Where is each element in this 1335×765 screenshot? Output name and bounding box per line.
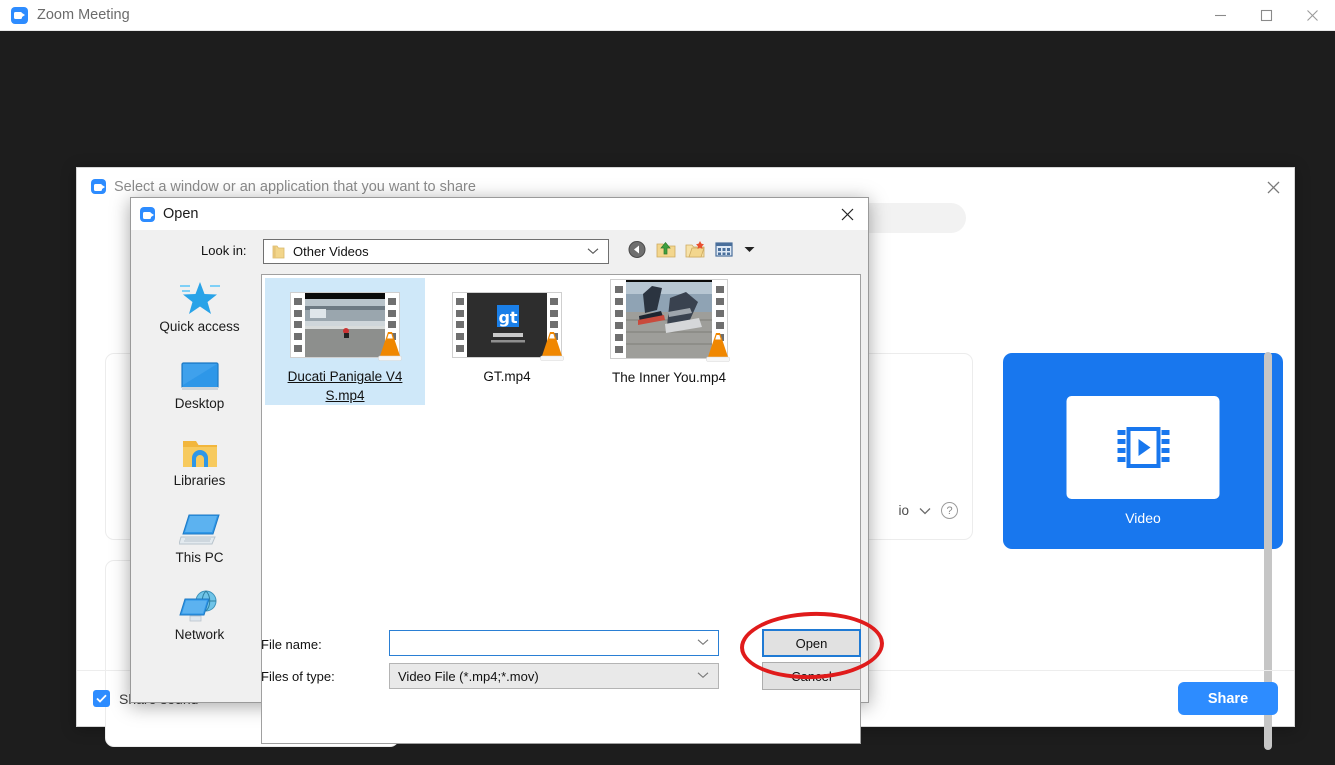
sidebar-item-label: Quick access (159, 319, 240, 334)
open-dialog-title: Open (163, 206, 199, 222)
chevron-down-icon[interactable] (587, 246, 599, 258)
audio-select-value: io (898, 503, 909, 518)
close-icon[interactable] (1262, 176, 1284, 198)
views-icon[interactable] (714, 240, 734, 259)
look-in-value: Other Videos (293, 244, 369, 259)
sidebar-item-label: Libraries (173, 473, 226, 488)
list-item[interactable]: The Inner You.mp4 (589, 265, 749, 387)
audio-select-row[interactable]: io ? (898, 502, 958, 519)
zoom-logo-icon (11, 6, 28, 24)
share-video-card[interactable]: Video (1003, 353, 1283, 549)
close-icon[interactable] (1289, 0, 1335, 31)
sneakers-walking-thumb (625, 280, 713, 358)
sidebar-item-libraries[interactable]: Libraries (137, 428, 262, 488)
new-folder-icon[interactable] (685, 240, 705, 259)
open-dialog-title-bar: Open (131, 198, 868, 231)
share-sound-checkbox[interactable] (93, 690, 110, 707)
vlc-cone-icon (378, 332, 402, 361)
sidebar-item-desktop[interactable]: Desktop (137, 351, 262, 411)
video-thumbnail (1066, 396, 1220, 499)
sidebar-item-this-pc[interactable]: This PC (137, 505, 262, 565)
help-circle-icon[interactable]: ? (941, 502, 958, 519)
app-title: Zoom Meeting (37, 7, 130, 23)
window-controls (1197, 0, 1335, 31)
vlc-cone-icon (706, 333, 730, 362)
files-of-type-combobox[interactable]: Video File (*.mp4;*.mov) (389, 663, 719, 689)
dialog-bottom-bar: File name: Files of type: Video File (*.… (131, 622, 868, 702)
up-one-level-icon[interactable] (656, 240, 676, 259)
close-icon[interactable] (834, 202, 860, 226)
cancel-button[interactable]: Cancel (762, 662, 861, 690)
sidebar-item-label: Desktop (174, 396, 225, 411)
vlc-cone-icon (540, 332, 564, 361)
zoom-logo-icon (140, 206, 155, 222)
file-thumbnail (290, 292, 402, 361)
video-film-play-icon (1117, 426, 1169, 468)
folder-icon (272, 245, 285, 258)
file-name-input[interactable] (389, 630, 719, 656)
views-dropdown-caret-icon[interactable] (744, 245, 755, 255)
chevron-down-icon[interactable] (697, 637, 709, 649)
dialog-toolbar (627, 240, 755, 259)
sidebar-item-quick-access[interactable]: Quick access (137, 274, 262, 334)
look-in-row: Look in: Other Videos (131, 231, 868, 268)
back-icon[interactable] (627, 240, 647, 259)
file-thumbnail (610, 279, 730, 362)
list-item[interactable]: Ducati Panigale V4 S.mp4 (265, 278, 425, 405)
this-pc-computer-icon (178, 505, 221, 547)
share-video-card-label: Video (1125, 510, 1161, 526)
file-name-label: Ducati Panigale V4 S.mp4 (287, 369, 403, 403)
sidebar-item-label: This PC (175, 550, 224, 565)
file-thumbnail: gt (452, 292, 564, 361)
app-title-bar: Zoom Meeting (0, 0, 1335, 31)
look-in-label: Look in: (201, 243, 247, 258)
racetrack-motorcycle-thumb (305, 293, 385, 357)
libraries-folder-icon (180, 428, 220, 470)
gizmotech-logo-thumb: gt (467, 293, 547, 357)
file-name-label: GT.mp4 (483, 369, 531, 384)
quick-access-star-icon (179, 274, 221, 316)
file-name-label: The Inner You.mp4 (611, 370, 727, 385)
zoom-logo-icon (91, 179, 106, 194)
file-name-field-label: File name: (261, 637, 322, 652)
list-item[interactable]: gt GT.mp4 (427, 278, 587, 386)
minimize-icon[interactable] (1197, 0, 1243, 31)
files-of-type-value: Video File (*.mp4;*.mov) (398, 668, 539, 684)
maximize-icon[interactable] (1243, 0, 1289, 31)
share-button[interactable]: Share (1178, 682, 1278, 715)
chevron-down-icon[interactable] (697, 670, 709, 682)
desktop-monitor-icon (180, 351, 220, 393)
svg-text:gt: gt (498, 308, 517, 327)
share-window-title: Select a window or an application that y… (114, 178, 476, 195)
open-file-dialog: Open Look in: Other Videos Quick access … (130, 197, 886, 744)
files-of-type-label: Files of type: (261, 669, 335, 684)
look-in-combobox[interactable]: Other Videos (263, 239, 609, 264)
network-globe-icon (178, 582, 221, 624)
open-button[interactable]: Open (762, 629, 861, 657)
chevron-down-icon[interactable] (919, 504, 931, 518)
